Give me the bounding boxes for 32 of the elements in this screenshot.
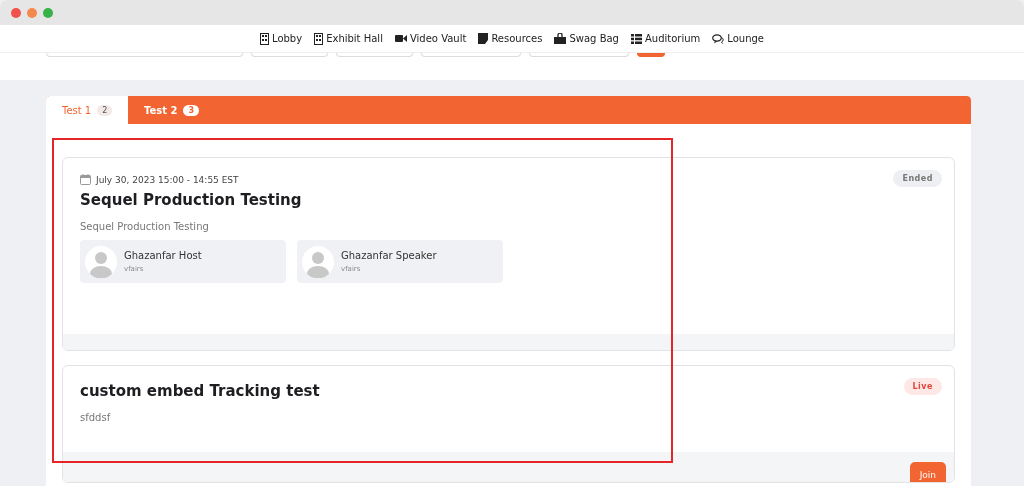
calendar-icon xyxy=(80,174,91,185)
note-icon xyxy=(478,33,489,44)
chat-icon xyxy=(712,33,725,44)
list-icon xyxy=(631,33,642,44)
nav-link[interactable]: Swag Bag xyxy=(554,33,619,44)
speaker-name: Ghazanfar Host xyxy=(124,250,202,261)
session-title: Sequel Production Testing xyxy=(80,191,302,209)
nav-link[interactable]: Exhibit Hall xyxy=(314,32,383,45)
count-badge: 2 xyxy=(97,104,113,116)
session-description: Sequel Production Testing xyxy=(80,221,210,232)
building-icon xyxy=(260,32,269,45)
nav-link[interactable]: Lounge xyxy=(712,33,764,44)
close-icon[interactable] xyxy=(11,7,21,18)
nav-link[interactable]: Video Vault xyxy=(394,33,467,44)
tab[interactable]: Test 1 2 xyxy=(46,96,128,124)
count-badge: 3 xyxy=(183,104,200,116)
bag-icon xyxy=(554,33,567,44)
avatar-icon xyxy=(85,245,117,278)
speaker-name: Ghazanfar Speaker xyxy=(341,250,437,261)
status-badge: Live xyxy=(903,378,942,395)
building-icon xyxy=(314,32,324,45)
minimize-icon[interactable] xyxy=(27,7,37,18)
video-camera-icon xyxy=(394,34,407,43)
status-badge: Ended xyxy=(893,170,942,187)
nav-link[interactable]: Resources xyxy=(478,33,543,44)
maximize-icon[interactable] xyxy=(43,7,53,18)
session-title: custom embed Tracking test xyxy=(80,382,320,400)
session-description: sfddsf xyxy=(80,412,112,423)
nav-link[interactable]: Auditorium xyxy=(631,33,701,44)
avatar-icon xyxy=(302,245,334,278)
session-date: July 30, 2023 15:00 - 14:55 EST xyxy=(96,174,239,185)
nav-link[interactable]: Lobby xyxy=(260,32,303,45)
